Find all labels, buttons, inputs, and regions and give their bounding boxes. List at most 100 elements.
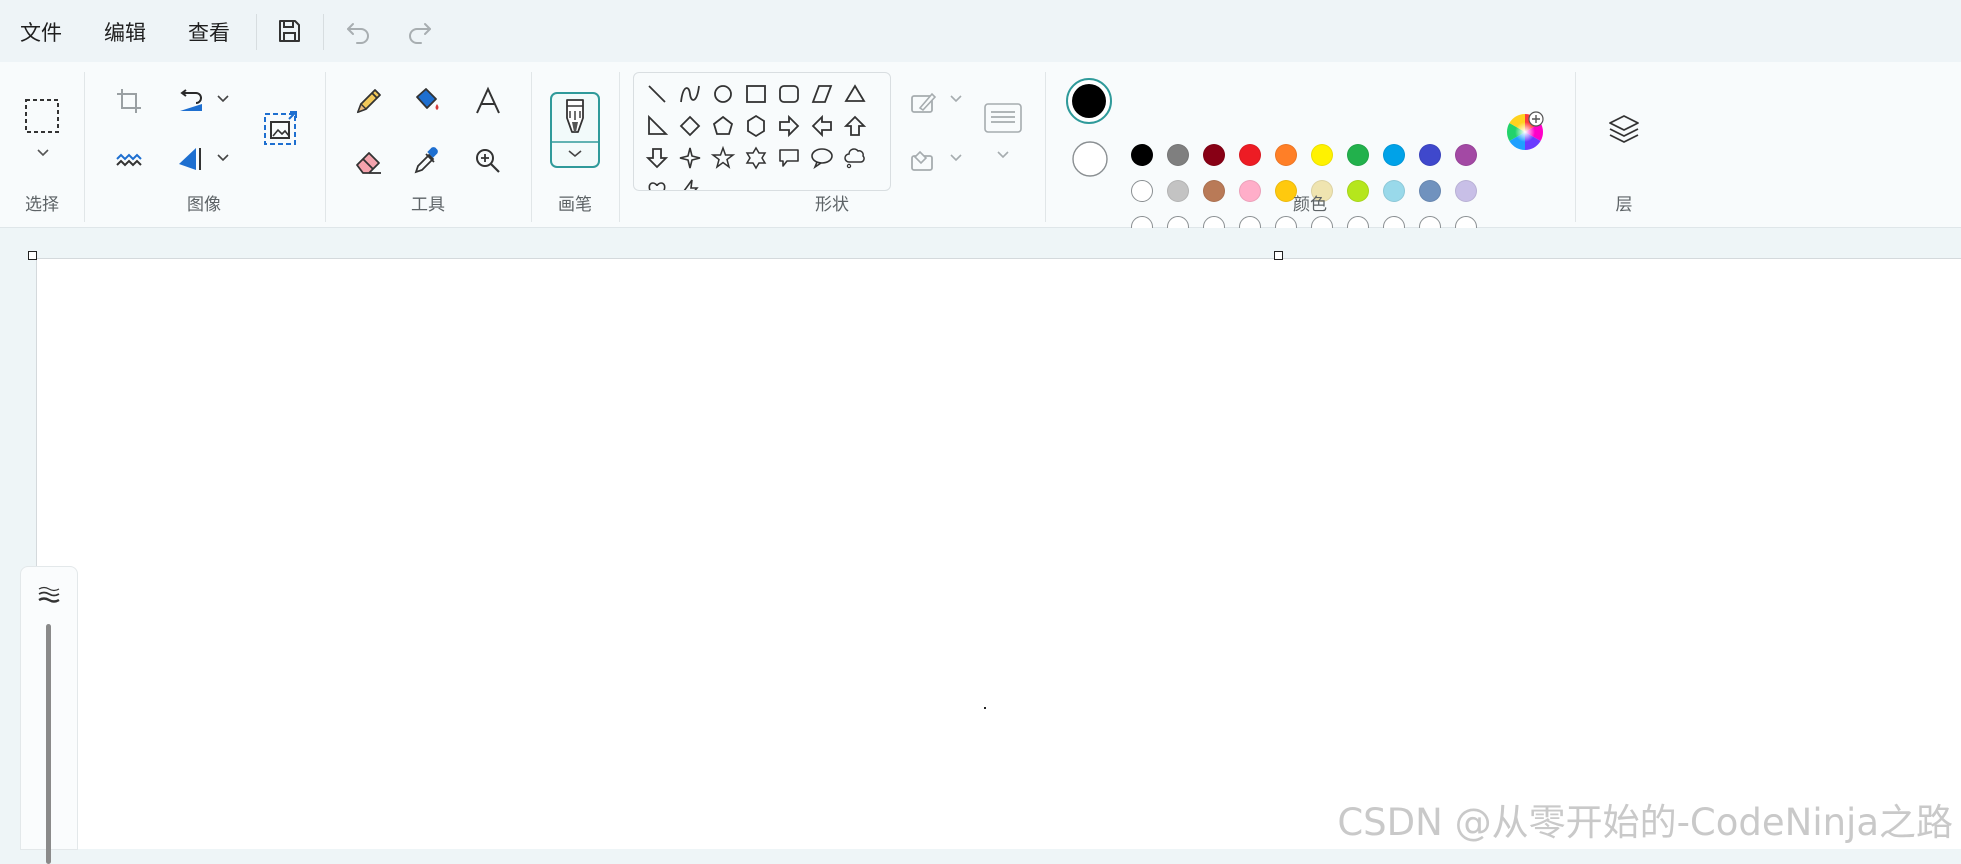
menu-view[interactable]: 查看 [188,17,230,47]
remove-background-icon[interactable] [114,144,144,174]
menu-divider [323,14,324,50]
color-swatch[interactable] [1311,144,1333,166]
outline-icon[interactable] [908,88,938,118]
color-swatch[interactable] [1419,144,1441,166]
drawing-canvas[interactable] [36,258,1961,849]
group-label-image: 图像 [187,195,221,215]
resize-image-icon[interactable] [262,108,300,148]
shape-triangle-icon[interactable] [842,81,868,107]
shape-lightning-icon[interactable] [677,177,703,190]
primary-color[interactable] [1065,77,1113,125]
chevron-down-icon[interactable] [949,94,963,104]
flip-icon[interactable] [176,144,206,174]
fill-bucket-icon[interactable] [411,85,443,117]
eraser-icon[interactable] [353,145,385,177]
shape-down-arrow-icon[interactable] [644,145,670,171]
shape-oval-icon[interactable] [710,81,736,107]
canvas-dot [984,707,986,709]
shape-rectangle-icon[interactable] [743,81,769,107]
group-divider [531,72,532,222]
color-swatch[interactable] [1167,180,1189,202]
color-swatch[interactable] [1347,180,1369,202]
color-swatch[interactable] [1455,180,1477,202]
group-divider [1575,72,1576,222]
shape-rounded-rectangle-icon[interactable] [776,81,802,107]
group-label-select: 选择 [25,195,59,215]
color-swatch[interactable] [1347,144,1369,166]
brush-size-panel [20,566,78,864]
color-picker-icon[interactable] [411,145,443,177]
group-divider [1045,72,1046,222]
shape-fill-icon[interactable] [908,146,938,176]
edit-colors-icon[interactable] [1505,110,1545,150]
brush-size-icon [37,585,61,605]
shape-oval-callout-icon[interactable] [809,145,835,171]
secondary-color[interactable] [1071,140,1109,178]
rotate-icon[interactable] [176,86,206,116]
watermark: CSDN @从零开始的-CodeNinja之路 [1337,801,1953,844]
chevron-down-icon[interactable] [949,153,963,163]
save-icon[interactable] [272,14,306,48]
shape-left-arrow-icon[interactable] [809,113,835,139]
crop-icon[interactable] [114,86,144,116]
resize-handle-corner[interactable] [28,251,37,260]
brush-selector[interactable] [550,92,600,168]
shape-pentagon-icon[interactable] [710,113,736,139]
group-label-layers: 层 [1615,195,1633,215]
group-label-tools: 工具 [411,195,445,215]
shape-curve-icon[interactable] [677,81,703,107]
shape-six-point-star-icon[interactable] [743,145,769,171]
chevron-down-icon[interactable] [36,148,50,158]
redo-icon[interactable] [402,14,436,48]
color-swatch[interactable] [1167,144,1189,166]
ribbon: 选择 图像 工具 画笔 形状 颜色 层 [0,62,1961,238]
canvas-area [0,228,1961,849]
shape-rect-callout-icon[interactable] [776,145,802,171]
chevron-down-icon[interactable] [216,153,230,163]
menu-bar: 文件 编辑 查看 [0,0,1961,62]
menu-file[interactable]: 文件 [20,17,62,47]
group-label-colors: 颜色 [1293,195,1327,215]
shape-size-icon[interactable] [983,102,1023,136]
shape-right-arrow-icon[interactable] [776,113,802,139]
menu-divider [256,14,257,50]
color-swatch[interactable] [1239,144,1261,166]
shape-four-point-star-icon[interactable] [677,145,703,171]
color-swatch[interactable] [1455,144,1477,166]
text-icon[interactable] [472,85,504,117]
color-swatch[interactable] [1419,180,1441,202]
group-label-shapes: 形状 [815,195,849,215]
shape-hexagon-icon[interactable] [743,113,769,139]
color-swatch[interactable] [1383,144,1405,166]
chevron-down-icon[interactable] [996,150,1010,160]
color-swatch[interactable] [1239,180,1261,202]
chevron-down-icon[interactable] [216,94,230,104]
shape-diamond-icon[interactable] [677,113,703,139]
group-label-brushes: 画笔 [558,195,592,215]
select-rectangle-icon[interactable] [24,98,60,134]
layers-icon[interactable] [1607,112,1641,146]
pencil-icon[interactable] [353,85,385,117]
shapes-gallery [633,72,891,191]
shape-cloud-callout-icon[interactable] [842,145,868,171]
shape-right-triangle-icon[interactable] [644,113,670,139]
menu-edit[interactable]: 编辑 [104,17,146,47]
color-swatch[interactable] [1275,144,1297,166]
color-swatch[interactable] [1383,180,1405,202]
color-swatch[interactable] [1131,180,1153,202]
color-swatch[interactable] [1203,144,1225,166]
resize-handle-top[interactable] [1274,251,1283,260]
shape-five-point-star-icon[interactable] [710,145,736,171]
group-divider [619,72,620,222]
shape-line-icon[interactable] [644,81,670,107]
shape-heart-icon[interactable] [644,177,670,190]
color-swatch[interactable] [1131,144,1153,166]
color-swatch[interactable] [1203,180,1225,202]
group-divider [84,72,85,222]
shape-up-arrow-icon[interactable] [842,113,868,139]
shape-parallelogram-icon[interactable] [809,81,835,107]
magnifier-icon[interactable] [472,145,504,177]
brush-size-slider[interactable] [46,624,51,864]
undo-icon[interactable] [342,14,376,48]
group-divider [325,72,326,222]
